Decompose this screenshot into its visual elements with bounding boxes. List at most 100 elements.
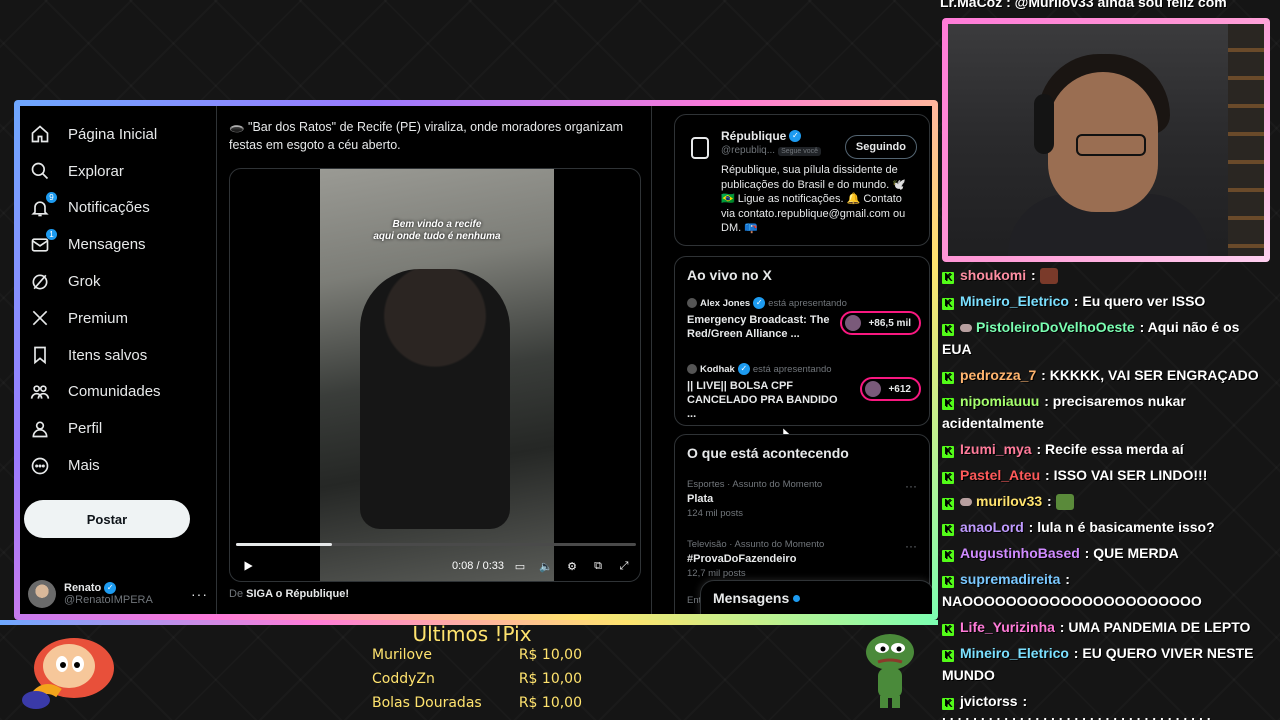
live-listeners-pill[interactable]: +86,5 mil <box>840 311 921 335</box>
source-name[interactable]: SIGA o République! <box>246 588 349 600</box>
stream-chat: Kshoukomi : K Mineiro_Eletrico : Eu quero… <box>940 262 1274 720</box>
person-icon <box>30 419 50 439</box>
chat-text: lula n é basicamente isso? <box>1037 519 1215 535</box>
settings-gear-icon[interactable]: ⚙ <box>564 558 580 574</box>
chat-username[interactable]: supremadireita <box>960 571 1060 587</box>
fullscreen-icon[interactable]: ⤢ <box>616 558 632 574</box>
nav-messages[interactable]: 1 Mensagens <box>24 226 214 263</box>
nav-grok[interactable]: Grok <box>24 263 214 300</box>
live-host: Kodhak <box>700 363 735 375</box>
trends-title: O que está acontecendo <box>687 445 849 461</box>
nav-premium[interactable]: Premium <box>24 300 214 337</box>
user-badge-icon <box>960 324 972 333</box>
pix-amount: R$ 10,00 <box>518 671 582 687</box>
live-status: está apresentando <box>768 297 847 309</box>
chat-username[interactable]: nipomiauuu <box>960 393 1039 409</box>
chat-username[interactable]: shoukomi <box>960 267 1026 283</box>
nav-notifications-label: Notificações <box>68 199 150 217</box>
bell-icon: 9 <box>30 191 57 218</box>
chat-username[interactable]: jvictorss <box>960 693 1018 709</box>
more-dots-icon[interactable]: ··· <box>191 586 208 602</box>
pix-name: CoddyZn <box>372 671 435 687</box>
messages-drawer[interactable]: Mensagens <box>700 580 932 614</box>
grok-icon <box>30 272 50 292</box>
chat-username[interactable]: anaoLord <box>960 519 1024 535</box>
chat-username[interactable]: AugustinhoBased <box>960 545 1080 561</box>
chat-username[interactable]: Mineiro_Eletrico <box>960 293 1069 309</box>
more-dots-icon[interactable]: ··· <box>905 539 917 553</box>
live-listeners-pill[interactable]: +612 <box>860 377 921 401</box>
headphones <box>1034 94 1054 154</box>
chat-text: KKKKK, VAI SER ENGRAÇADO <box>1049 367 1259 383</box>
webcam-frame <box>942 18 1270 262</box>
tweet-source: De SIGA o République! <box>229 588 349 600</box>
nav-explore[interactable]: Explorar <box>24 153 214 190</box>
account-name-row: République ✓ <box>721 129 802 143</box>
video-controls: 0:08 / 0:33 ▭ 🔈 ⚙ ⧉ ⤢ <box>230 553 640 579</box>
host-avatar <box>687 298 697 308</box>
nav-more[interactable]: Mais <box>24 447 214 484</box>
play-icon[interactable] <box>240 558 256 574</box>
chat-username[interactable]: PistoleiroDoVelhoOeste <box>976 319 1135 335</box>
video-time: 0:08 / 0:33 <box>452 560 504 572</box>
pix-title: Ultimos !Pix <box>412 622 532 646</box>
nav-profile[interactable]: Perfil <box>24 410 214 447</box>
nav-bookmarks[interactable]: Itens salvos <box>24 337 214 374</box>
nav-notifications[interactable]: 9 Notificações <box>24 190 214 227</box>
chat-text: NAOOOOOOOOOOOOOOOOOOOOOO <box>942 593 1202 609</box>
chat-username[interactable]: Izumi_mya <box>960 441 1032 457</box>
browser-overlay-frame: Página Inicial Explorar 9 Notificações 1… <box>14 100 938 620</box>
chat-emote-icon <box>1055 494 1074 511</box>
trend-name: Plata <box>687 493 714 505</box>
chat-message: K AugustinhoBased : QUE MERDA <box>942 542 1272 564</box>
chat-username[interactable]: pedrozza_7 <box>960 367 1036 383</box>
nav-home-label: Página Inicial <box>68 125 158 143</box>
pip-icon[interactable]: ⧉ <box>590 558 606 574</box>
account-switcher[interactable]: Renato ✓ @RenatoIMPERA ··· <box>28 574 208 614</box>
following-button[interactable]: Seguindo <box>844 135 917 159</box>
video-progress-bar[interactable] <box>236 543 636 546</box>
nav-home[interactable]: Página Inicial <box>24 116 214 153</box>
profile-name-row: Renato ✓ <box>64 582 153 594</box>
pix-name: Murilove <box>372 647 432 663</box>
nav-premium-label: Premium <box>68 309 129 327</box>
nav-communities[interactable]: Comunidades <box>24 374 214 411</box>
kick-badge-icon: K <box>942 498 954 510</box>
kick-badge-icon: K <box>942 576 954 588</box>
tweet-detail: 🕳️ "Bar dos Ratos" de Recife (PE) virali… <box>216 106 791 614</box>
video-person <box>360 269 510 529</box>
nav-messages-label: Mensagens <box>68 236 146 254</box>
trend-item[interactable]: Esportes · Assunto do Momento Plata 124 … <box>687 479 921 519</box>
more-dots-icon[interactable]: ··· <box>905 479 917 493</box>
live-status: está apresentando <box>752 363 832 375</box>
unread-dot-icon <box>793 594 801 602</box>
video-player[interactable]: Bem vindo a recife aqui onde tudo é nenh… <box>229 168 641 582</box>
chat-username[interactable]: Pastel_Ateu <box>960 467 1040 483</box>
avatar <box>28 580 56 608</box>
live-item[interactable]: Kodhak ✓ está apresentando || LIVE|| BOLSA… <box>687 363 921 421</box>
video-caption-line-1: Bem vindo a recife <box>392 219 482 230</box>
live-item[interactable]: Alex Jones ✓ está apresentando Emergency B… <box>687 297 921 341</box>
kick-badge-icon: K <box>942 550 954 562</box>
account-card: République ✓ @republiq... Segue você Segui… <box>674 114 930 246</box>
trend-category: Televisão · Assunto do Momento <box>687 539 825 550</box>
captions-icon[interactable]: ▭ <box>512 558 528 574</box>
chat-username[interactable]: Mineiro_Eletrico <box>960 645 1069 661</box>
account-name[interactable]: République <box>721 129 786 143</box>
verified-icon: ✓ <box>104 582 117 594</box>
home-icon <box>30 124 50 144</box>
kick-badge-icon: K <box>942 524 954 536</box>
chat-username[interactable]: Life_Yurizinha <box>960 619 1055 635</box>
account-handle-row: @republiq... Segue você <box>721 145 822 156</box>
chat-emote-icon <box>1039 268 1058 285</box>
chat-username[interactable]: murilov33 <box>976 493 1042 509</box>
trend-item[interactable]: Televisão · Assunto do Momento #ProvaDoF… <box>687 539 921 579</box>
nav-communities-label: Comunidades <box>68 383 161 401</box>
volume-icon[interactable]: 🔈 <box>538 558 554 574</box>
post-button[interactable]: Postar <box>24 500 190 538</box>
chat-message: K PistoleiroDoVelhoOeste : Aqui não é os … <box>942 319 1240 357</box>
chat-message: K Life_Yurizinha : UMA PANDEMIA DE LEPTO <box>942 616 1272 638</box>
trend-count: 124 mil posts <box>687 508 743 519</box>
messages-drawer-label: Mensagens <box>713 590 790 606</box>
live-host: Alex Jones <box>700 297 751 309</box>
